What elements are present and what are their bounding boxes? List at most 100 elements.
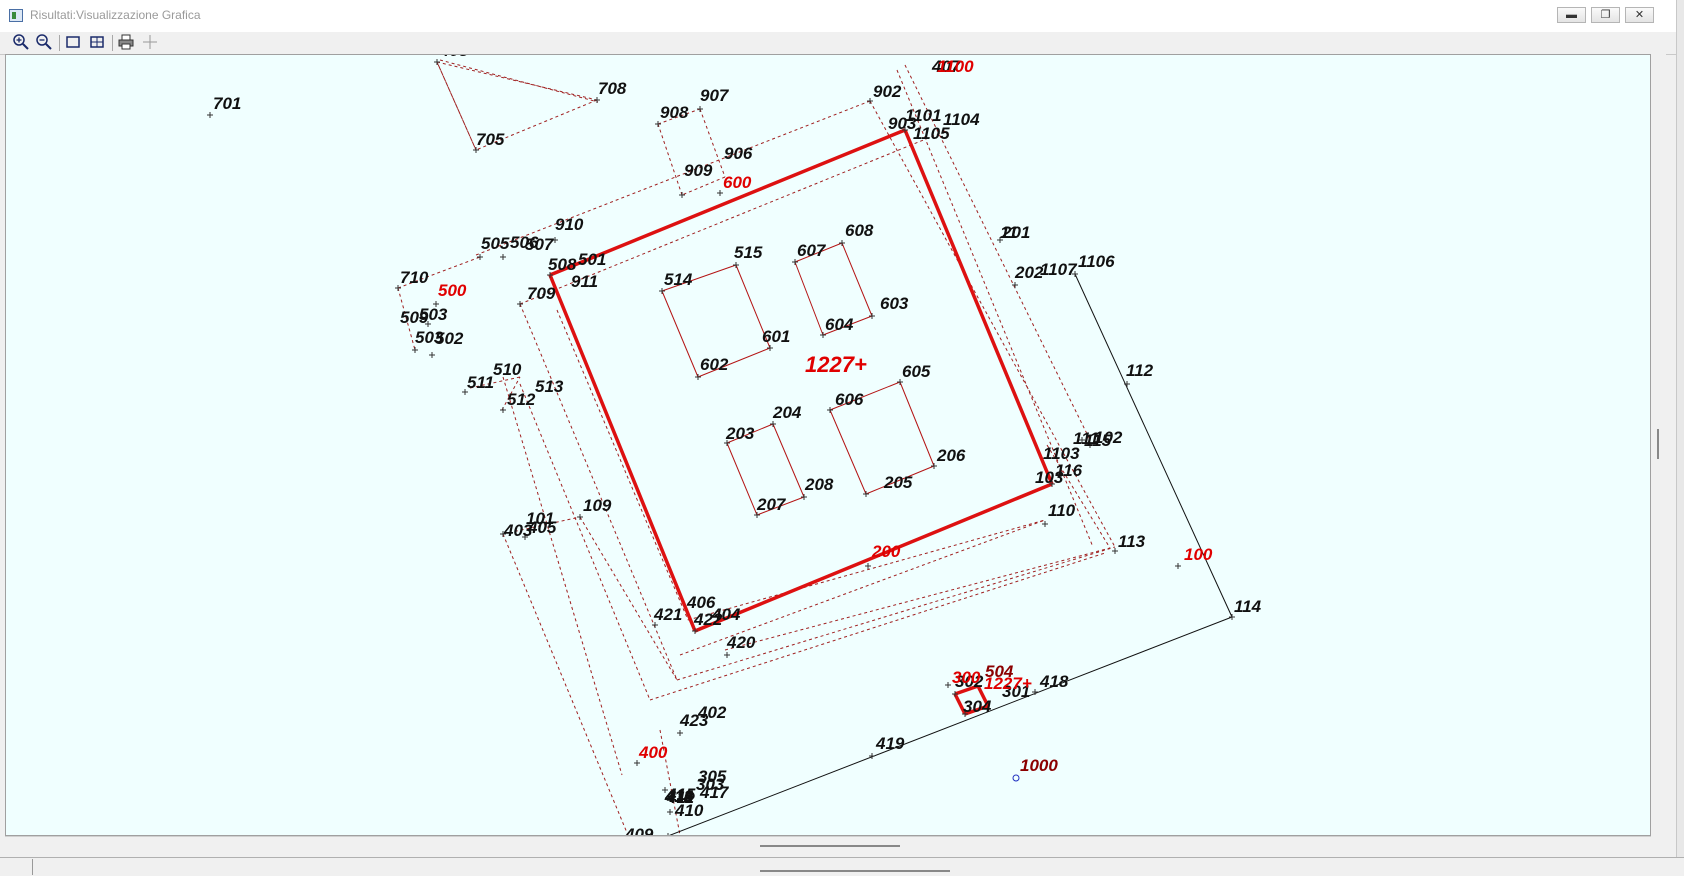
point-label-red: 100 <box>1184 545 1213 564</box>
crosshair-icon[interactable] <box>140 34 160 52</box>
point-label: 907 <box>700 86 730 105</box>
point-label-red: 500 <box>438 281 467 300</box>
point-label: 511 <box>467 373 494 392</box>
point-label: 1106 <box>1078 252 1115 271</box>
point-marker <box>679 192 685 198</box>
point-label: 110 <box>1048 501 1076 520</box>
point-label: 911 <box>571 272 598 291</box>
toolbar-separator <box>112 35 113 51</box>
point-marker <box>733 262 739 268</box>
point-label: 514 <box>664 270 693 289</box>
dashed-boundary <box>502 376 623 776</box>
point-label: 422 <box>693 610 723 629</box>
dashed-boundary <box>475 100 871 256</box>
point-label-red: 1100 <box>937 57 974 76</box>
point-marker <box>667 809 673 815</box>
point-marker <box>500 407 506 413</box>
point-label: 510 <box>493 360 522 379</box>
point-label: 1105 <box>913 124 950 143</box>
point-label: 11 <box>1000 223 1018 242</box>
zoom-extents-icon[interactable] <box>87 34 107 52</box>
building-outline <box>841 242 873 317</box>
point-label: 902 <box>873 82 902 101</box>
point-label: 116 <box>1055 461 1083 480</box>
dashed-boundary <box>724 547 1111 651</box>
point-label: 513 <box>535 377 564 396</box>
vertical-scrollbar[interactable] <box>1651 54 1666 856</box>
point-marker <box>412 347 418 353</box>
building-outline <box>772 423 805 498</box>
point-label: 709 <box>527 284 556 303</box>
point-label: 421 <box>653 605 682 624</box>
point-label: 501 <box>578 250 606 269</box>
building-outline <box>899 381 935 467</box>
drawing-canvas[interactable]: 701 705 708 907 908 906 909 902 903 1101 1104 1105 9… <box>5 54 1651 836</box>
point-label: 608 <box>845 221 874 240</box>
point-label: 408 <box>439 55 469 60</box>
zoom-in-icon[interactable] <box>11 34 31 52</box>
horizontal-scroll-thumb[interactable] <box>760 845 900 847</box>
main-parcel-boundary <box>903 129 1054 485</box>
dashed-boundary <box>687 519 1046 621</box>
point-marker <box>517 301 523 307</box>
survey-plot[interactable]: 701705708 9079089069099029031101 110411059… <box>6 55 1651 836</box>
point-label: 507 <box>525 235 555 254</box>
point-marker <box>865 563 871 569</box>
point-label: 509 <box>400 308 429 327</box>
vertical-scroll-thumb[interactable] <box>1657 429 1659 459</box>
minimize-button[interactable]: ▬ <box>1557 7 1586 23</box>
dashed-boundary <box>502 533 629 835</box>
point-label: 708 <box>598 79 627 98</box>
point-label: 111 <box>1073 429 1099 448</box>
point-marker <box>839 240 845 246</box>
point-marker <box>1175 563 1181 569</box>
point-label: 602 <box>700 355 729 374</box>
point-marker <box>697 106 703 112</box>
toolbar-separator <box>59 35 60 51</box>
point-label: 418 <box>1039 672 1069 691</box>
point-marker <box>477 254 483 260</box>
point-label: 113 <box>1118 532 1146 551</box>
point-marker <box>500 254 506 260</box>
point-label: 1107 <box>1040 260 1078 279</box>
toolbar: ▼ <box>0 32 1684 82</box>
point-label: 701 <box>213 94 241 113</box>
app-icon <box>9 9 23 22</box>
point-label: 207 <box>756 495 787 514</box>
point-label: 204 <box>772 403 802 422</box>
point-label: 417 <box>699 783 730 802</box>
point-label: 410 <box>674 801 704 820</box>
status-divider <box>32 859 33 875</box>
print-icon[interactable] <box>116 34 136 52</box>
point-label: 909 <box>684 161 713 180</box>
point-marker <box>827 407 833 413</box>
dashed-boundary <box>657 123 683 196</box>
zoom-window-icon[interactable] <box>63 34 83 52</box>
horizontal-scrollbar[interactable] <box>5 836 1651 857</box>
point-marker <box>724 652 730 658</box>
building-outline <box>794 261 824 336</box>
point-label: 515 <box>734 243 763 262</box>
point-label: 606 <box>835 390 864 409</box>
point-label-darkred: 1000 <box>1020 756 1058 775</box>
dashed-boundary <box>579 516 678 681</box>
restore-button[interactable]: ❐ <box>1591 7 1620 23</box>
point-label: 604 <box>825 315 854 334</box>
point-label: 607 <box>797 241 827 260</box>
dashed-boundary <box>676 546 1116 681</box>
point-label: 505 <box>481 234 510 253</box>
point-marker <box>801 494 807 500</box>
zoom-out-icon[interactable] <box>34 34 54 52</box>
close-button[interactable]: ✕ <box>1625 7 1654 23</box>
point-label: 710 <box>400 268 429 287</box>
point-label: 112 <box>1126 361 1154 380</box>
point-marker <box>863 491 869 497</box>
point-label: 1101 <box>905 106 942 125</box>
point-label-red: 1227+ <box>805 352 867 377</box>
point-marker <box>429 352 435 358</box>
point-label: 114 <box>1234 597 1262 616</box>
point-label: 304 <box>963 697 992 716</box>
point-label: 605 <box>902 362 931 381</box>
point-marker <box>1012 282 1018 288</box>
point-marker <box>869 313 875 319</box>
